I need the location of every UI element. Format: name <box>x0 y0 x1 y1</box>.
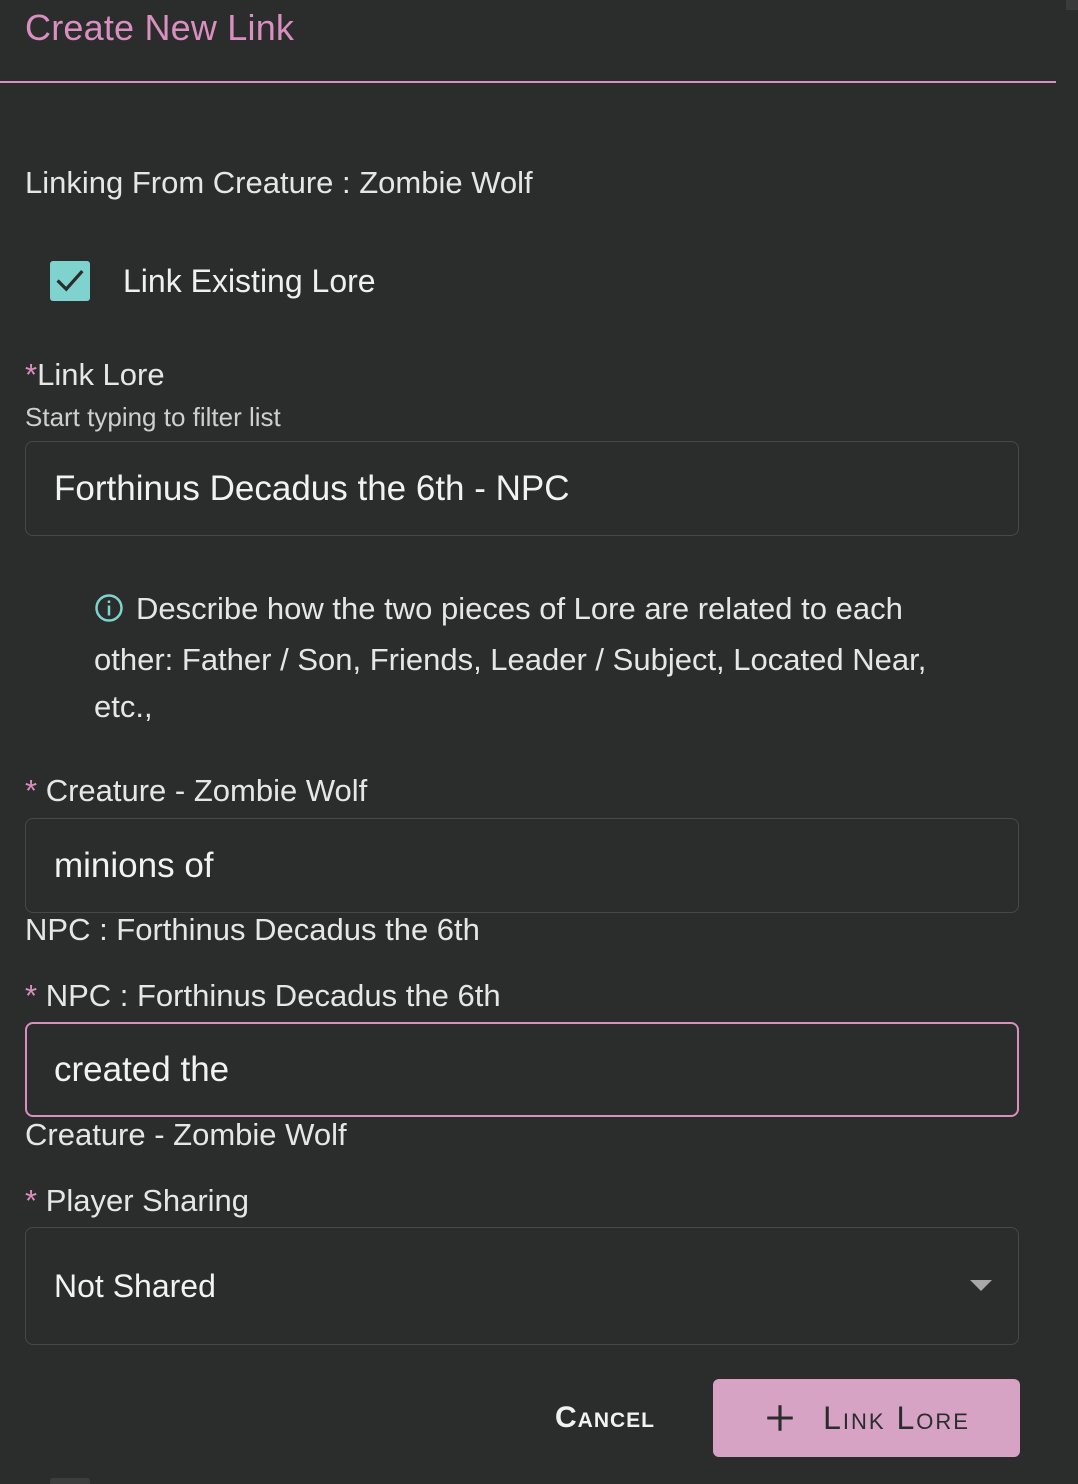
creature-relation-input[interactable]: minions of <box>25 818 1019 913</box>
info-icon <box>94 589 124 636</box>
creature-relation-value: minions of <box>54 845 214 885</box>
dialog-header: Create New Link <box>0 0 1056 83</box>
npc-relation-input[interactable]: created the <box>25 1022 1019 1117</box>
caret-down-icon[interactable] <box>970 1280 992 1291</box>
creature-relation-target: NPC : Forthinus Decadus the 6th <box>25 912 480 947</box>
link-lore-helper: Start typing to filter list <box>25 402 281 432</box>
link-existing-lore-label[interactable]: Link Existing Lore <box>123 263 376 300</box>
npc-relation-value: created the <box>54 1049 230 1089</box>
required-mark: * <box>25 357 38 392</box>
required-mark: * <box>25 978 46 1013</box>
scrollbar[interactable] <box>1066 0 1078 10</box>
creature-field-label-text: Creature - Zombie Wolf <box>45 773 368 808</box>
link-lore-button-label: Link Lore <box>823 1399 970 1436</box>
npc-relation-target: Creature - Zombie Wolf <box>25 1117 347 1152</box>
required-mark: * <box>25 773 46 808</box>
link-existing-lore-row[interactable]: Link Existing Lore <box>50 260 376 302</box>
npc-field-label: * NPC : Forthinus Decadus the 6th <box>25 978 501 1014</box>
npc-field-label-text: NPC : Forthinus Decadus the 6th <box>45 978 501 1013</box>
player-sharing-label-text: Player Sharing <box>45 1183 250 1218</box>
link-lore-button[interactable]: Link Lore <box>713 1379 1020 1457</box>
link-lore-input[interactable]: Forthinus Decadus the 6th - NPC <box>25 441 1019 536</box>
next-checkbox-peek <box>50 1478 90 1484</box>
linking-from-text: Linking From Creature : Zombie Wolf <box>25 165 533 200</box>
plus-icon <box>763 1401 797 1435</box>
relationship-info-text: Describe how the two pieces of Lore are … <box>94 591 927 724</box>
link-lore-label-text: Link Lore <box>37 357 165 392</box>
check-icon <box>56 269 84 292</box>
required-mark: * <box>25 1183 46 1218</box>
link-lore-label: *Link Lore <box>25 357 165 393</box>
link-existing-lore-checkbox[interactable] <box>50 261 90 301</box>
link-lore-value: Forthinus Decadus the 6th - NPC <box>54 468 570 508</box>
player-sharing-value: Not Shared <box>54 1267 216 1304</box>
create-link-dialog: Create New Link Linking From Creature : … <box>0 0 1078 1484</box>
player-sharing-select[interactable]: Not Shared <box>25 1227 1019 1345</box>
relationship-info: Describe how the two pieces of Lore are … <box>94 585 954 730</box>
creature-field-label: * Creature - Zombie Wolf <box>25 773 367 809</box>
dialog-title: Create New Link <box>25 7 295 48</box>
player-sharing-label: * Player Sharing <box>25 1183 249 1219</box>
cancel-button[interactable]: Cancel <box>530 1390 680 1446</box>
